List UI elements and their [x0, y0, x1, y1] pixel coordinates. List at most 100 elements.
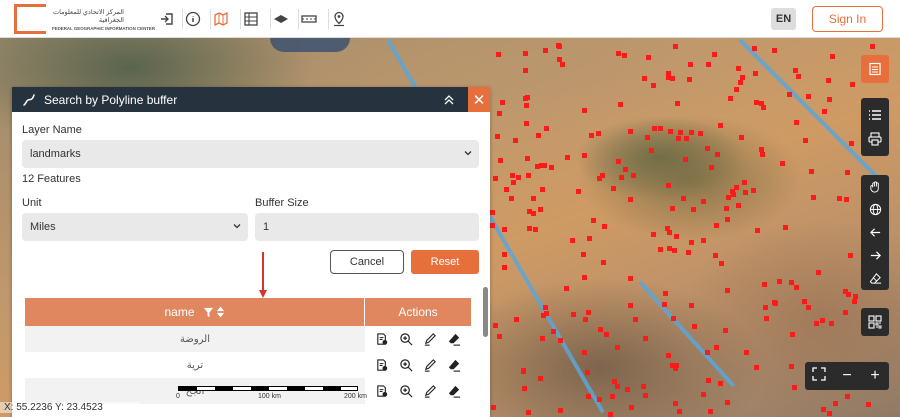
map-point[interactable] [589, 133, 595, 139]
map-point[interactable] [642, 76, 648, 82]
map-point[interactable] [541, 163, 547, 169]
map-point[interactable] [705, 378, 711, 384]
map-point[interactable] [532, 226, 538, 232]
login-icon[interactable] [157, 9, 177, 29]
info-icon[interactable] [182, 9, 202, 29]
map-point[interactable] [754, 364, 760, 370]
map-point[interactable] [704, 146, 710, 152]
map-point[interactable] [493, 322, 499, 328]
map-point[interactable] [643, 335, 649, 341]
map-point[interactable] [843, 289, 849, 295]
map-point[interactable] [844, 393, 850, 399]
map-point[interactable] [586, 310, 591, 316]
map-point[interactable] [717, 122, 723, 128]
map-point[interactable] [556, 44, 562, 50]
map-point[interactable] [667, 246, 673, 252]
map-point[interactable] [499, 100, 505, 106]
map-point[interactable] [826, 411, 832, 417]
map-point[interactable] [622, 53, 628, 59]
map-point[interactable] [742, 180, 748, 186]
map-point[interactable] [666, 74, 672, 80]
map-point[interactable] [524, 120, 530, 126]
map-point[interactable] [601, 223, 607, 229]
eraser-icon[interactable] [861, 267, 889, 290]
map-point[interactable] [708, 409, 714, 415]
map-point[interactable] [661, 302, 667, 308]
map-point[interactable] [610, 185, 616, 191]
map-point[interactable] [842, 310, 848, 316]
map-point[interactable] [522, 50, 528, 56]
map-point[interactable] [674, 234, 680, 240]
map-point[interactable] [564, 155, 570, 161]
map-point[interactable] [527, 226, 533, 232]
map-point[interactable] [627, 197, 633, 203]
map-point[interactable] [616, 159, 622, 165]
map-point[interactable] [504, 186, 510, 192]
map-point[interactable] [811, 195, 817, 201]
map-point[interactable] [657, 246, 663, 252]
eye-icon[interactable] [270, 9, 290, 29]
map-point[interactable] [557, 56, 563, 62]
map-point[interactable] [497, 110, 503, 116]
map-point[interactable] [670, 205, 676, 211]
map-point[interactable] [524, 103, 530, 109]
map-point[interactable] [724, 287, 730, 293]
map-point[interactable] [673, 400, 679, 406]
map-point[interactable] [822, 109, 828, 114]
map-point[interactable] [750, 187, 756, 193]
sign-in-button[interactable]: Sign In [812, 6, 883, 32]
map-point[interactable] [628, 404, 634, 410]
map-point[interactable] [787, 91, 793, 97]
map-point[interactable] [675, 100, 681, 106]
map-point[interactable] [665, 226, 671, 232]
map-point[interactable] [697, 131, 703, 137]
map-icon[interactable] [210, 9, 230, 29]
map-point[interactable] [794, 120, 800, 126]
collapse-icon[interactable] [442, 93, 456, 107]
map-point[interactable] [651, 125, 657, 131]
map-point[interactable] [536, 133, 542, 139]
map-point[interactable] [585, 370, 591, 376]
map-point[interactable] [521, 385, 527, 391]
map-point[interactable] [490, 209, 495, 215]
map-point[interactable] [734, 87, 740, 93]
map-point[interactable] [512, 138, 518, 143]
map-point[interactable] [712, 252, 718, 258]
sort-icon[interactable] [216, 306, 225, 318]
map-point[interactable] [751, 45, 757, 51]
map-point[interactable] [665, 182, 671, 188]
map-point[interactable] [681, 196, 687, 202]
map-point[interactable] [688, 240, 694, 246]
map-point[interactable] [509, 195, 515, 201]
zoom-out-button[interactable]: − [835, 367, 859, 385]
map-point[interactable] [520, 368, 526, 374]
map-point[interactable] [668, 129, 674, 135]
map-point[interactable] [826, 77, 832, 83]
map-point[interactable] [495, 51, 501, 57]
map-point[interactable] [743, 189, 749, 195]
panel-scrollbar[interactable] [483, 287, 488, 337]
map-point[interactable] [779, 161, 785, 167]
map-point[interactable] [665, 353, 671, 359]
map-point[interactable] [759, 152, 765, 158]
map-point[interactable] [848, 140, 854, 146]
map-point[interactable] [570, 238, 576, 244]
map-point[interactable] [689, 129, 695, 135]
map-point[interactable] [515, 174, 521, 180]
map-point[interactable] [651, 83, 657, 89]
map-point[interactable] [558, 337, 564, 343]
map-point[interactable] [642, 393, 648, 398]
map-point[interactable] [491, 405, 497, 411]
map-point[interactable] [551, 328, 557, 334]
map-point[interactable] [501, 251, 507, 257]
map-point[interactable] [762, 282, 768, 288]
map-point[interactable] [560, 61, 566, 67]
buffer-size-input[interactable]: 1 [255, 213, 479, 241]
report-icon[interactable] [375, 332, 390, 347]
map-point[interactable] [845, 170, 851, 176]
map-point[interactable] [673, 44, 679, 50]
globe-icon[interactable] [861, 198, 889, 221]
legend-button[interactable] [861, 55, 889, 83]
map-point[interactable] [793, 284, 799, 290]
map-point[interactable] [802, 137, 808, 143]
